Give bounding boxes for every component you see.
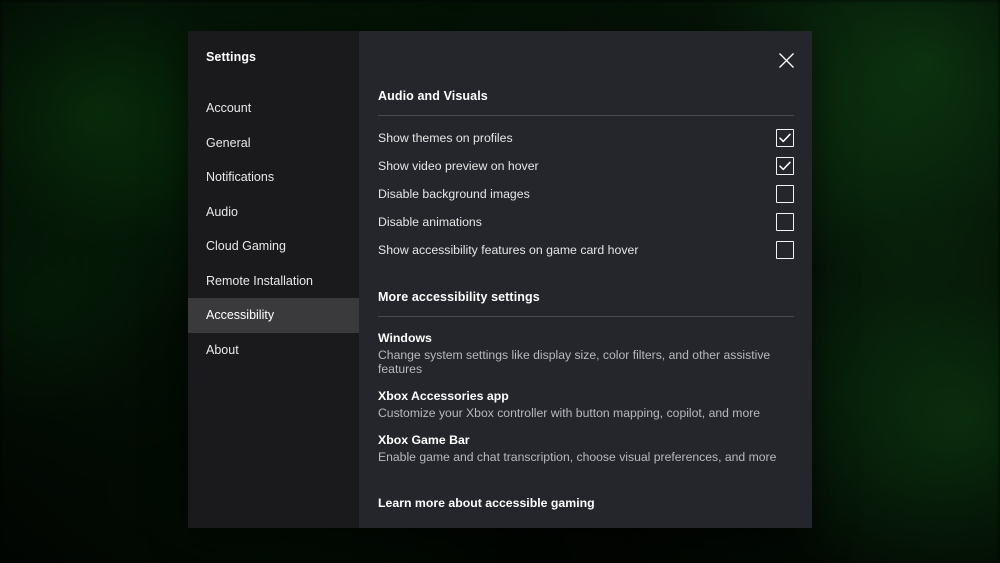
sidebar-item-accessibility[interactable]: Accessibility: [188, 298, 359, 333]
accessibility-link-description: Enable game and chat transcription, choo…: [378, 450, 777, 464]
more-accessibility-settings-section: More accessibility settings Windows Chang…: [378, 290, 794, 512]
toggle-row[interactable]: Show themes on profiles: [378, 124, 794, 152]
accessibility-link-title: Xbox Game Bar: [378, 433, 470, 447]
accessibility-link-item[interactable]: Windows Change system settings like displ…: [378, 331, 794, 376]
accessibility-link-item[interactable]: Xbox Game Bar Enable game and chat transc…: [378, 433, 794, 464]
settings-sidebar: Settings Account General Notifications Audi…: [188, 31, 359, 528]
toggle-label: Show video preview on hover: [378, 159, 539, 173]
audio-and-visuals-section: Audio and Visuals Show themes on profile…: [378, 31, 794, 264]
toggle-label: Disable animations: [378, 215, 482, 229]
checkbox-unchecked[interactable]: [776, 213, 794, 231]
toggle-label: Show accessibility features on game card…: [378, 243, 639, 257]
toggle-row[interactable]: Disable animations: [378, 208, 794, 236]
close-icon: [778, 52, 795, 69]
checkbox-checked[interactable]: [776, 129, 794, 147]
close-button[interactable]: [768, 42, 804, 78]
sidebar-item-about[interactable]: About: [188, 333, 359, 368]
sidebar-item-label: Remote Installation: [206, 273, 314, 288]
accessibility-links-list: Windows Change system settings like displ…: [378, 331, 794, 464]
sidebar-item-notifications[interactable]: Notifications: [188, 160, 359, 195]
more-accessibility-settings-divider: [378, 316, 794, 317]
sidebar-nav-list: Account General Notifications Audio Cloud Ga…: [188, 91, 359, 367]
accessibility-link-description: Change system settings like display size…: [378, 348, 771, 376]
toggle-row[interactable]: Show video preview on hover: [378, 152, 794, 180]
sidebar-item-audio[interactable]: Audio: [188, 195, 359, 230]
audio-and-visuals-toggle-list: Show themes on profiles Show video previe…: [378, 124, 794, 264]
toggle-label: Show themes on profiles: [378, 131, 513, 145]
sidebar-item-label: Audio: [206, 204, 238, 219]
accessibility-link-title: Windows: [378, 331, 432, 345]
accessibility-link-title: Xbox Accessories app: [378, 389, 509, 403]
checkbox-checked[interactable]: [776, 157, 794, 175]
sidebar-item-general[interactable]: General: [188, 126, 359, 161]
accessibility-link-description: Customize your Xbox controller with butt…: [378, 406, 761, 420]
sidebar-item-label: General: [206, 135, 251, 150]
audio-and-visuals-divider: [378, 115, 794, 116]
toggle-row[interactable]: Disable background images: [378, 180, 794, 208]
sidebar-item-label: Cloud Gaming: [206, 239, 286, 254]
sidebar-item-account[interactable]: Account: [188, 91, 359, 126]
sidebar-item-label: Account: [206, 101, 252, 116]
settings-content: Audio and Visuals Show themes on profile…: [359, 31, 812, 528]
learn-more-link[interactable]: Learn more about accessible gaming: [378, 496, 595, 510]
toggle-label: Disable background images: [378, 187, 530, 201]
sidebar-title: Settings: [206, 50, 257, 64]
sidebar-item-label: Accessibility: [206, 308, 275, 323]
accessibility-link-item[interactable]: Xbox Accessories app Customize your Xbox …: [378, 389, 794, 420]
sidebar-item-remote-installation[interactable]: Remote Installation: [188, 264, 359, 299]
sidebar-item-label: About: [206, 342, 239, 357]
checkbox-unchecked[interactable]: [776, 241, 794, 259]
audio-and-visuals-heading: Audio and Visuals: [378, 89, 488, 103]
checkbox-unchecked[interactable]: [776, 185, 794, 203]
more-accessibility-settings-heading: More accessibility settings: [378, 290, 540, 304]
toggle-row[interactable]: Show accessibility features on game card…: [378, 236, 794, 264]
sidebar-item-label: Notifications: [206, 170, 275, 185]
sidebar-item-cloud-gaming[interactable]: Cloud Gaming: [188, 229, 359, 264]
settings-dialog: Settings Account General Notifications Audi…: [188, 31, 812, 528]
